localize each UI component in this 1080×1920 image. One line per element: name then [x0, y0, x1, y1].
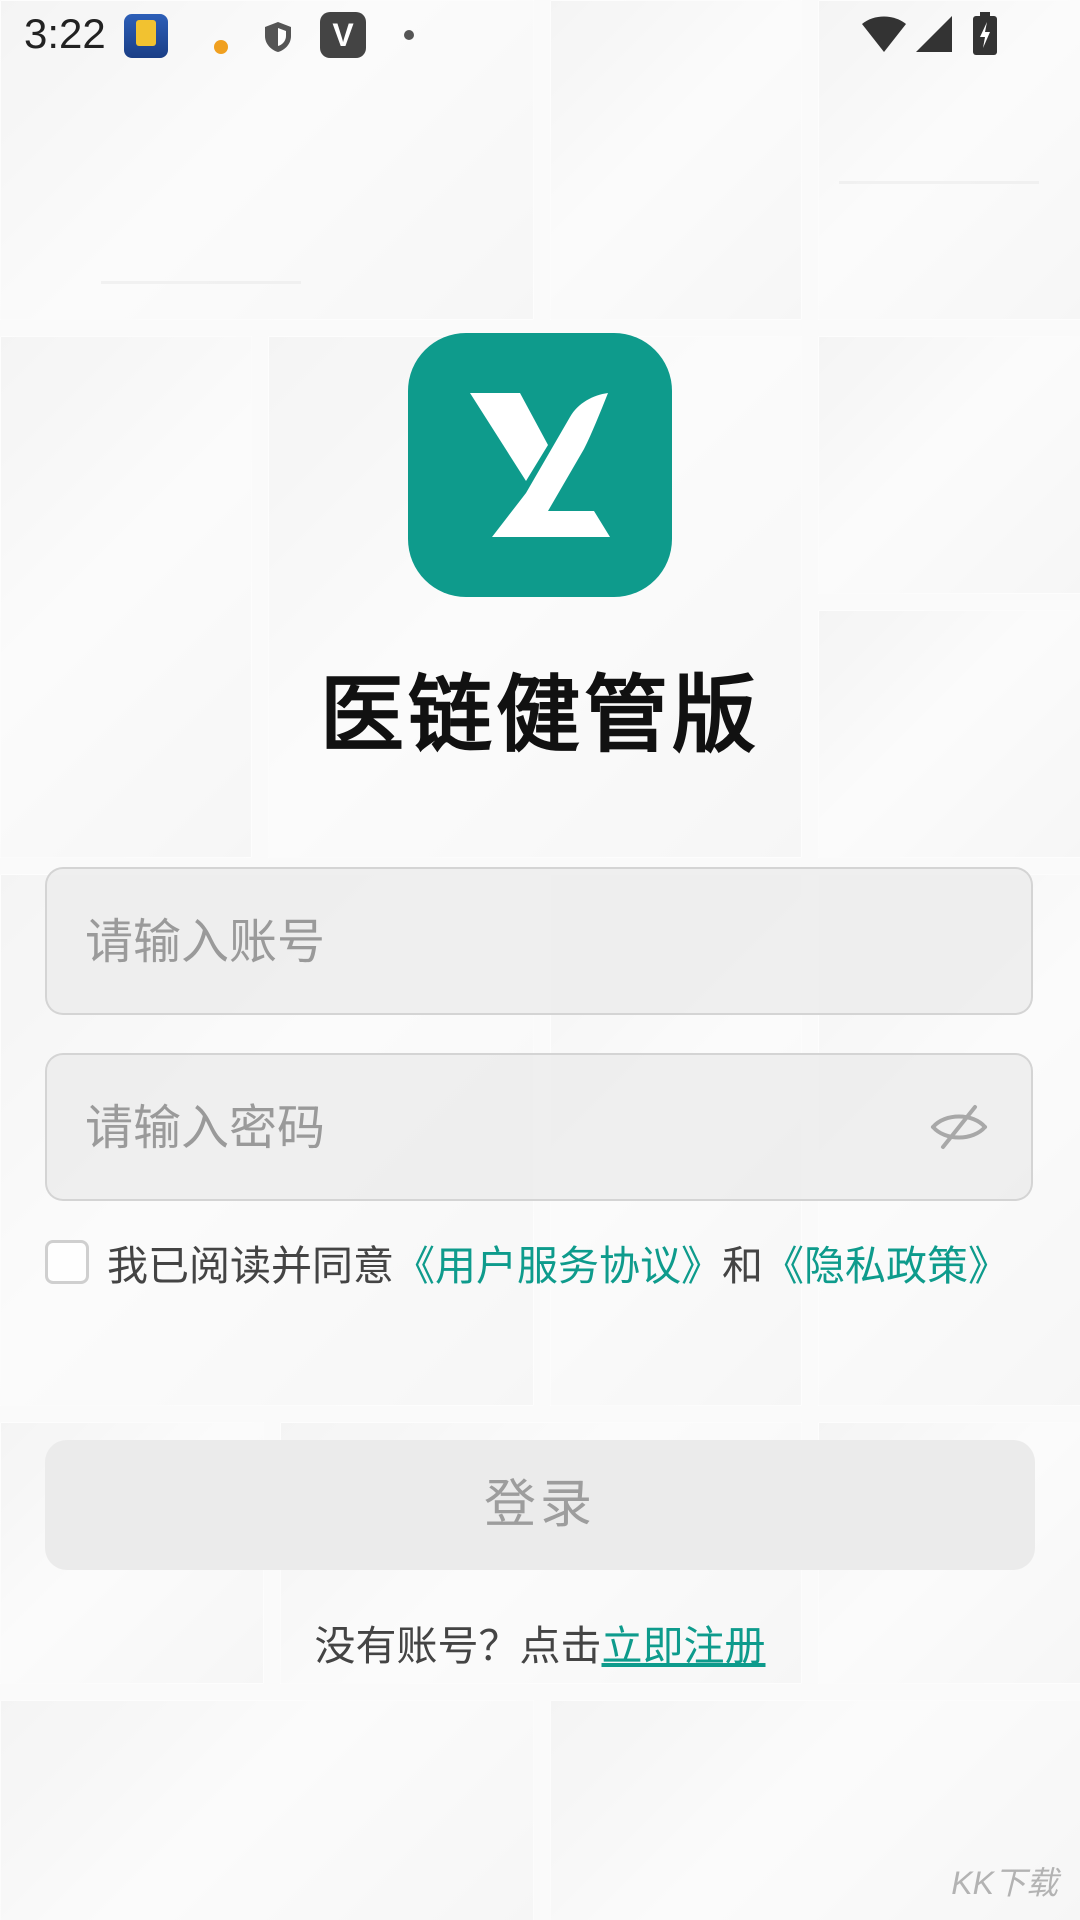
agreement-and: 和: [722, 1242, 763, 1290]
signal-icon: [912, 14, 954, 58]
privacy-policy-link[interactable]: 《隐私政策》: [763, 1232, 1009, 1292]
password-input[interactable]: [83, 1055, 947, 1201]
dot-icon: [404, 30, 414, 40]
status-time: 3:22: [24, 10, 106, 57]
wifi-icon: [860, 14, 908, 58]
password-field[interactable]: [45, 1053, 1033, 1201]
shield-icon: [262, 20, 294, 58]
register-link[interactable]: 立即注册: [602, 1622, 766, 1670]
agreement-checkbox[interactable]: [45, 1240, 89, 1284]
battery-charging-icon: [972, 12, 998, 60]
register-prompt: 没有账号？点击: [314, 1622, 602, 1670]
app-title: 医链健管版: [319, 666, 760, 764]
user-agreement-link[interactable]: 《用户服务协议》: [394, 1232, 722, 1292]
agreement-prefix: 我已阅读并同意: [107, 1242, 394, 1290]
agreement-row: 我已阅读并同意 《用户服务协议》 和 《隐私政策》: [45, 1236, 1009, 1290]
register-row: 没有账号？点击立即注册: [0, 1612, 1080, 1672]
watermark: KK下载: [951, 1865, 1058, 1901]
alert-dot-icon: [214, 40, 228, 54]
status-bar: 3:22 V: [0, 0, 1080, 72]
app-logo: [408, 333, 672, 597]
account-field[interactable]: [45, 867, 1033, 1015]
eye-off-icon[interactable]: [929, 1101, 989, 1155]
game-app-icon: [124, 14, 168, 58]
account-input[interactable]: [83, 869, 947, 1015]
login-button[interactable]: 登录: [45, 1440, 1035, 1570]
v-app-icon: V: [320, 12, 366, 58]
